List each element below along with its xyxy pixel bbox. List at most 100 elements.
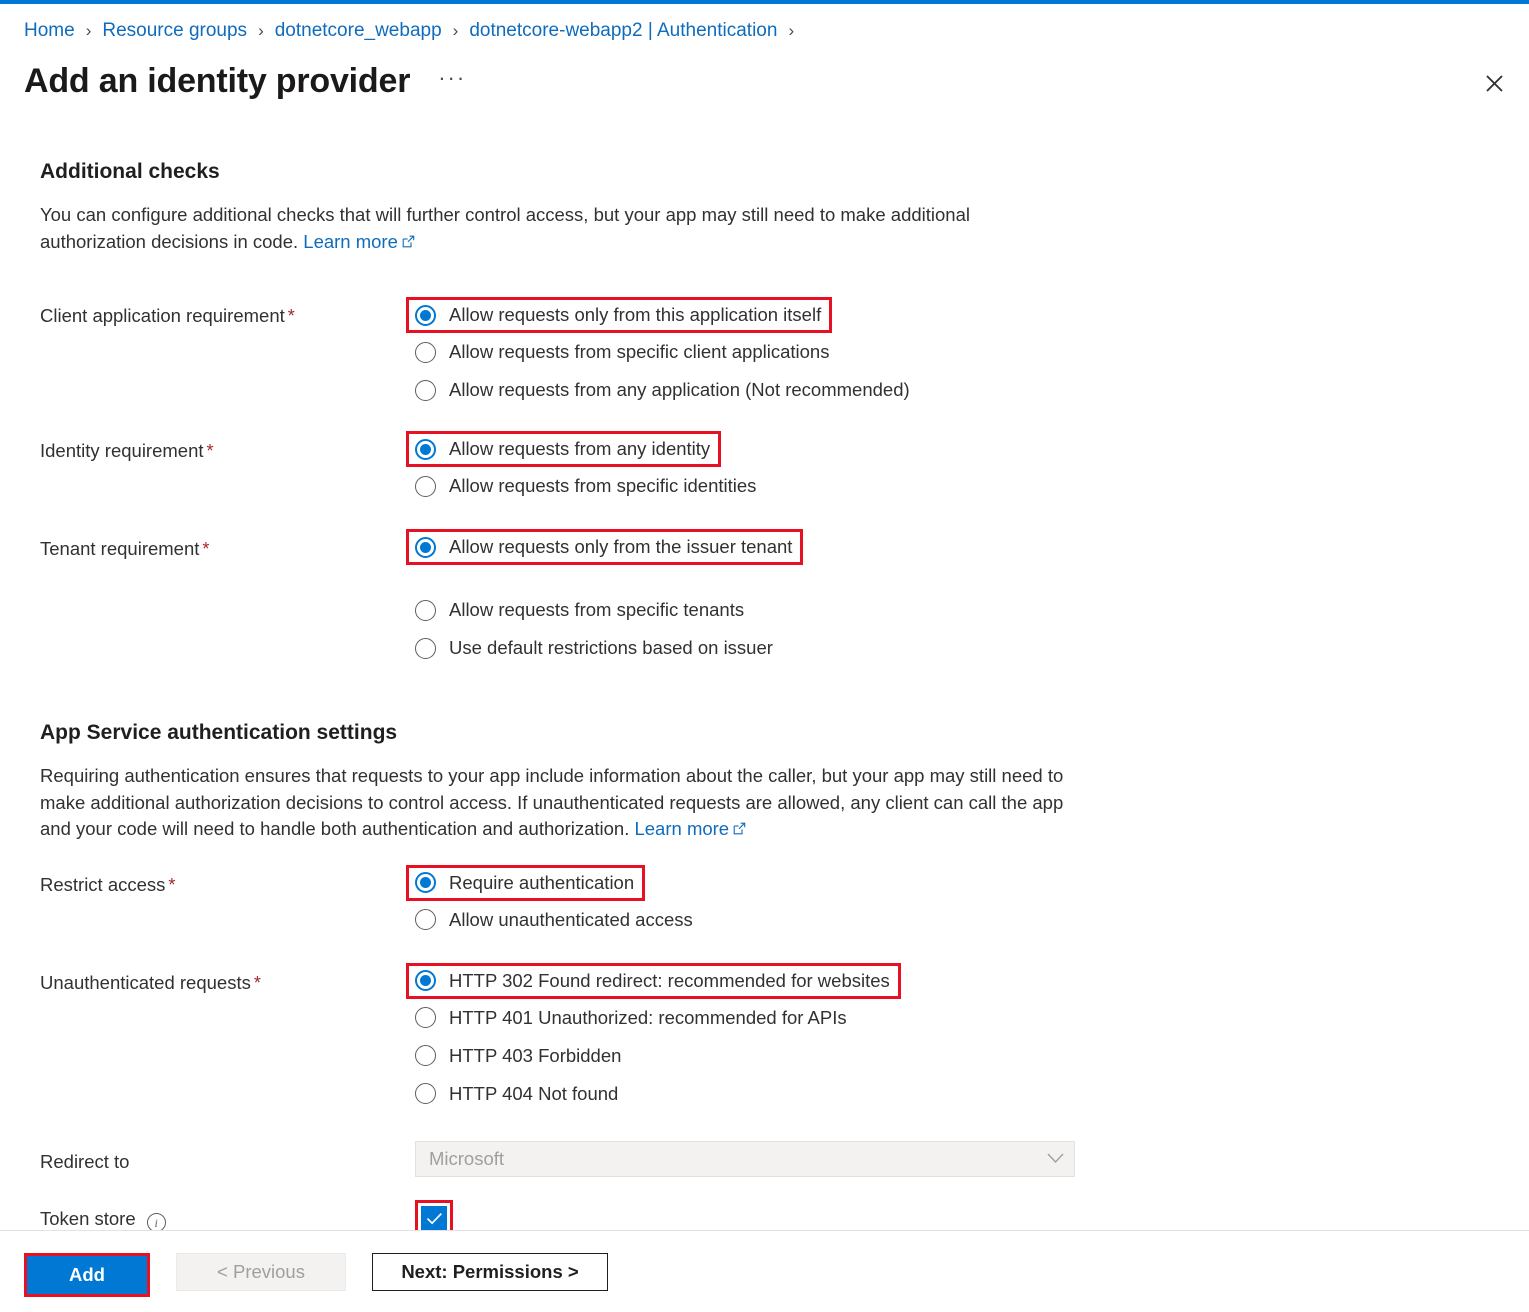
radio-icon xyxy=(415,970,436,991)
blade-footer: Add < Previous Next: Permissions > xyxy=(0,1230,1529,1312)
redirect-to-dropdown[interactable]: Microsoft xyxy=(415,1140,1075,1177)
radio-label: Use default restrictions based on issuer xyxy=(449,637,773,658)
next-permissions-button[interactable]: Next: Permissions > xyxy=(372,1253,608,1291)
label-text: Restrict access xyxy=(40,873,166,895)
add-button[interactable]: Add xyxy=(27,1256,147,1294)
breadcrumb-separator: › xyxy=(85,21,92,40)
title-row: Add an identity provider ··· xyxy=(24,60,1505,102)
radio-option-allow-specific-client-applications[interactable]: Allow requests from specific client appl… xyxy=(415,333,831,371)
radio-label: HTTP 403 Forbidden xyxy=(449,1044,622,1066)
required-asterisk: * xyxy=(206,441,214,461)
label-text: Client application requirement xyxy=(40,305,285,326)
section-description-text: You can configure additional checks that… xyxy=(40,204,970,252)
field-label-identity-requirement: Identity requirement * xyxy=(40,431,415,464)
field-restrict-access: Restrict access * Require authentication … xyxy=(40,864,1505,939)
radio-label: Allow requests from any application (Not… xyxy=(449,379,910,400)
breadcrumb-item-resource-groups[interactable]: Resource groups xyxy=(102,18,247,44)
required-asterisk: * xyxy=(287,306,295,326)
radio-label: HTTP 404 Not found xyxy=(449,1082,619,1104)
breadcrumb: Home › Resource groups › dotnetcore_weba… xyxy=(24,18,1505,44)
radio-icon xyxy=(415,872,436,893)
field-tenant-requirement: Tenant requirement * Allow requests only … xyxy=(40,529,1505,667)
radio-icon xyxy=(415,1045,436,1066)
radio-option-allow-this-application-itself[interactable]: Allow requests only from this applicatio… xyxy=(406,297,833,333)
radio-option-allow-any-identity[interactable]: Allow requests from any identity xyxy=(406,431,722,467)
radio-label: Allow requests only from the issuer tena… xyxy=(449,536,793,557)
radio-group-client-application-requirement: Allow requests only from this applicatio… xyxy=(406,297,1505,409)
info-icon[interactable]: i xyxy=(146,1213,166,1230)
radio-label: HTTP 401 Unauthorized: recommended for A… xyxy=(449,1006,847,1028)
radio-group-identity-requirement: Allow requests from any identity Allow r… xyxy=(406,431,1505,505)
radio-option-use-default-restrictions[interactable]: Use default restrictions based on issuer xyxy=(415,629,775,667)
field-identity-requirement: Identity requirement * Allow requests fro… xyxy=(40,431,1505,505)
radio-option-http-302-found-redirect[interactable]: HTTP 302 Found redirect: recommended for… xyxy=(406,962,901,999)
section-heading-app-service-authentication: App Service authentication settings xyxy=(40,721,398,744)
breadcrumb-item-authentication[interactable]: dotnetcore-webapp2 | Authentication xyxy=(469,18,777,44)
token-store-highlight xyxy=(415,1199,453,1230)
radio-label: Allow requests from specific client appl… xyxy=(449,341,830,362)
section-description-additional-checks: You can configure additional checks that… xyxy=(40,202,1050,255)
learn-more-link-additional-checks[interactable]: Learn more xyxy=(303,231,415,252)
required-asterisk: * xyxy=(168,874,176,895)
radio-icon xyxy=(415,341,436,363)
radio-option-require-authentication[interactable]: Require authentication xyxy=(406,864,646,901)
breadcrumb-separator: › xyxy=(788,21,795,40)
blade-header: Home › Resource groups › dotnetcore_weba… xyxy=(0,4,1529,102)
required-asterisk: * xyxy=(202,539,210,559)
breadcrumb-separator: › xyxy=(452,21,459,40)
radio-label: Require authentication xyxy=(449,871,635,893)
field-unauthenticated-requests: Unauthenticated requests * HTTP 302 Found… xyxy=(40,962,1505,1113)
required-asterisk: * xyxy=(253,972,261,993)
breadcrumb-item-home[interactable]: Home xyxy=(24,18,75,44)
token-store-control xyxy=(415,1199,1505,1230)
learn-more-link-app-service[interactable]: Learn more xyxy=(634,818,746,839)
radio-option-allow-unauthenticated-access[interactable]: Allow unauthenticated access xyxy=(415,901,695,939)
breadcrumb-item-dotnetcore-webapp[interactable]: dotnetcore_webapp xyxy=(275,18,442,44)
page-title: Add an identity provider xyxy=(24,62,411,100)
radio-icon xyxy=(415,1083,436,1104)
redirect-to-control: Microsoft xyxy=(415,1140,1505,1177)
label-text: Token store xyxy=(40,1207,136,1229)
previous-button[interactable]: < Previous xyxy=(176,1253,346,1291)
chevron-down-icon xyxy=(1047,1153,1064,1164)
field-label-token-store: Token store i xyxy=(40,1200,415,1230)
radio-option-http-404-not-found[interactable]: HTTP 404 Not found xyxy=(415,1075,620,1113)
radio-label: Allow requests only from this applicatio… xyxy=(449,304,822,325)
radio-group-unauthenticated-requests: HTTP 302 Found redirect: recommended for… xyxy=(406,962,1505,1113)
learn-more-label: Learn more xyxy=(303,230,398,252)
field-redirect-to: Redirect to Microsoft xyxy=(40,1140,1505,1177)
radio-icon xyxy=(415,304,436,326)
field-label-client-application-requirement: Client application requirement * xyxy=(40,297,415,329)
external-link-icon xyxy=(733,816,746,835)
radio-label: Allow requests from specific tenants xyxy=(449,599,745,620)
radio-label: Allow requests from any identity xyxy=(449,438,711,459)
radio-option-allow-any-application[interactable]: Allow requests from any application (Not… xyxy=(415,371,912,409)
radio-icon xyxy=(415,379,436,401)
label-text: Unauthenticated requests xyxy=(40,971,251,993)
radio-icon xyxy=(415,909,436,930)
learn-more-label: Learn more xyxy=(634,818,730,839)
radio-option-allow-specific-tenants[interactable]: Allow requests from specific tenants xyxy=(415,591,746,629)
token-store-checkbox[interactable] xyxy=(421,1205,447,1230)
radio-option-http-401-unauthorized[interactable]: HTTP 401 Unauthorized: recommended for A… xyxy=(415,999,849,1037)
radio-option-allow-issuer-tenant-only[interactable]: Allow requests only from the issuer tena… xyxy=(406,529,804,565)
more-options-icon[interactable]: ··· xyxy=(434,65,470,97)
radio-icon xyxy=(415,536,436,558)
blade-content: Additional checks You can configure addi… xyxy=(0,102,1529,1230)
field-label-unauthenticated-requests: Unauthenticated requests * xyxy=(40,963,415,996)
close-icon[interactable] xyxy=(1477,66,1511,100)
radio-icon xyxy=(415,1007,436,1028)
section-description-app-service-authentication: Requiring authentication ensures that re… xyxy=(40,763,1070,843)
field-client-application-requirement: Client application requirement * Allow re… xyxy=(40,297,1505,409)
radio-label: Allow requests from specific identities xyxy=(449,475,757,496)
label-text: Redirect to xyxy=(40,1150,130,1172)
radio-option-http-403-forbidden[interactable]: HTTP 403 Forbidden xyxy=(415,1037,623,1075)
label-text: Tenant requirement xyxy=(40,538,200,559)
external-link-icon xyxy=(402,229,415,247)
field-label-tenant-requirement: Tenant requirement * xyxy=(40,529,415,562)
radio-icon xyxy=(415,637,436,659)
add-button-highlight: Add xyxy=(24,1253,150,1297)
radio-option-allow-specific-identities[interactable]: Allow requests from specific identities xyxy=(415,467,758,505)
section-description-text: Requiring authentication ensures that re… xyxy=(40,765,1064,839)
breadcrumb-separator: › xyxy=(258,21,264,40)
